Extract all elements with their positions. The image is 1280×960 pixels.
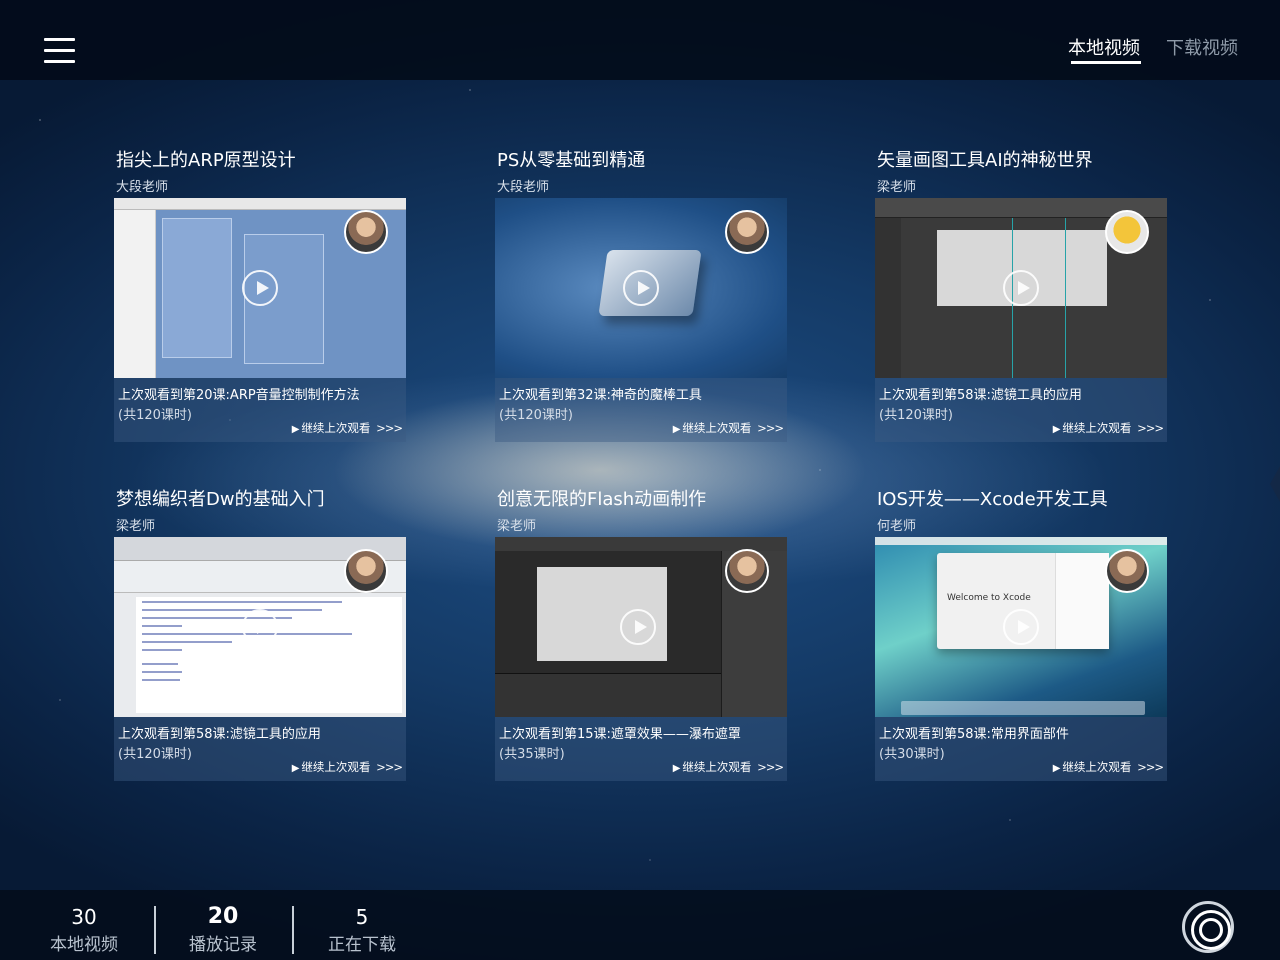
course-teacher: 何老师 (877, 519, 917, 534)
lesson-count: (共120课时) (879, 408, 953, 423)
play-triangle-icon: ▶ (672, 424, 681, 435)
lesson-count: (共35课时) (499, 747, 565, 762)
continue-watching-link[interactable]: ▶ 继续上次观看 >>> (291, 759, 403, 775)
play-icon[interactable] (623, 270, 659, 306)
course-info: 上次观看到第20课:ARP音量控制制作方法 (共120课时) ▶ 继续上次观看 >… (114, 378, 406, 442)
course-teacher: 大段老师 (116, 180, 169, 195)
continue-watching-link[interactable]: ▶ 继续上次观看 >>> (1052, 759, 1164, 775)
edge-handle[interactable] (1270, 466, 1280, 502)
teacher-avatar (344, 210, 388, 254)
video-thumbnail[interactable] (495, 537, 787, 717)
course-title: 矢量画图工具AI的神秘世界 (877, 150, 1093, 171)
play-icon[interactable] (620, 609, 656, 645)
video-thumbnail[interactable]: Welcome to Xcode (875, 537, 1167, 717)
tab-local-videos[interactable]: 本地视频 (1068, 34, 1141, 64)
divider (292, 906, 294, 954)
continue-watching-link[interactable]: ▶ 继续上次观看 >>> (291, 420, 403, 436)
play-triangle-icon: ▶ (672, 763, 681, 774)
last-watched-text: 上次观看到第58课:滤镜工具的应用 (879, 388, 1082, 403)
play-triangle-icon: ▶ (291, 424, 300, 435)
teacher-avatar (725, 549, 769, 593)
top-bar: 本地视频 下载视频 (0, 0, 1280, 80)
stat-label: 正在下载 (328, 935, 396, 955)
play-icon[interactable] (1003, 270, 1039, 306)
dock (901, 701, 1145, 715)
target-icon[interactable] (1182, 901, 1234, 953)
last-watched-text: 上次观看到第58课:常用界面部件 (879, 727, 1069, 742)
play-icon[interactable] (1003, 609, 1039, 645)
stat-local-videos[interactable]: 30 本地视频 (24, 906, 144, 955)
play-triangle-icon: ▶ (291, 763, 300, 774)
lesson-count: (共120课时) (118, 408, 192, 423)
course-info: 上次观看到第58课:滤镜工具的应用 (共120课时) ▶ 继续上次观看 >>> (875, 378, 1167, 442)
stat-count: 30 (71, 905, 97, 929)
teacher-avatar (344, 549, 388, 593)
course-info: 上次观看到第58课:滤镜工具的应用 (共120课时) ▶ 继续上次观看 >>> (114, 717, 406, 781)
teacher-avatar (1105, 549, 1149, 593)
course-title: 指尖上的ARP原型设计 (116, 150, 296, 171)
stat-downloading[interactable]: 5 正在下载 (302, 906, 422, 955)
lesson-count: (共30课时) (879, 747, 945, 762)
course-title: PS从零基础到精通 (497, 150, 646, 171)
last-watched-text: 上次观看到第15课:遮罩效果——瀑布遮罩 (499, 727, 741, 742)
video-thumbnail[interactable] (114, 198, 406, 378)
course-info: 上次观看到第58课:常用界面部件 (共30课时) ▶ 继续上次观看 >>> (875, 717, 1167, 781)
course-title: IOS开发——Xcode开发工具 (877, 489, 1108, 510)
last-watched-text: 上次观看到第58课:滤镜工具的应用 (118, 727, 321, 742)
teacher-avatar (725, 210, 769, 254)
play-icon[interactable] (242, 270, 278, 306)
stat-count: 5 (355, 905, 369, 929)
tab-download-videos[interactable]: 下载视频 (1166, 34, 1238, 60)
play-triangle-icon: ▶ (1052, 424, 1061, 435)
bottom-bar: 30 本地视频 20 播放记录 5 正在下载 (0, 890, 1280, 960)
play-icon[interactable] (242, 609, 278, 645)
continue-watching-link[interactable]: ▶ 继续上次观看 >>> (672, 759, 784, 775)
course-teacher: 大段老师 (497, 180, 550, 195)
lesson-count: (共120课时) (499, 408, 573, 423)
course-teacher: 梁老师 (877, 180, 917, 195)
continue-watching-link[interactable]: ▶ 继续上次观看 >>> (1052, 420, 1164, 436)
course-info: 上次观看到第32课:神奇的魔棒工具 (共120课时) ▶ 继续上次观看 >>> (495, 378, 787, 442)
video-thumbnail[interactable] (495, 198, 787, 378)
course-title: 梦想编织者Dw的基础入门 (116, 489, 325, 510)
lesson-count: (共120课时) (118, 747, 192, 762)
teacher-avatar (1105, 210, 1149, 254)
course-info: 上次观看到第15课:遮罩效果——瀑布遮罩 (共35课时) ▶ 继续上次观看 >>> (495, 717, 787, 781)
video-thumbnail[interactable] (875, 198, 1167, 378)
course-teacher: 梁老师 (497, 519, 537, 534)
divider (154, 906, 156, 954)
thumbnail-caption: Welcome to Xcode (947, 593, 1031, 603)
stat-play-history[interactable]: 20 播放记录 (163, 904, 283, 956)
continue-watching-link[interactable]: ▶ 继续上次观看 >>> (672, 420, 784, 436)
course-teacher: 梁老师 (116, 519, 156, 534)
course-title: 创意无限的Flash动画制作 (497, 489, 707, 510)
stat-label: 播放记录 (189, 935, 257, 955)
video-thumbnail[interactable] (114, 537, 406, 717)
play-triangle-icon: ▶ (1052, 763, 1061, 774)
hamburger-icon[interactable] (44, 38, 75, 64)
last-watched-text: 上次观看到第20课:ARP音量控制制作方法 (118, 388, 360, 403)
stat-label: 本地视频 (50, 935, 118, 955)
last-watched-text: 上次观看到第32课:神奇的魔棒工具 (499, 388, 702, 403)
stat-count: 20 (207, 904, 239, 929)
